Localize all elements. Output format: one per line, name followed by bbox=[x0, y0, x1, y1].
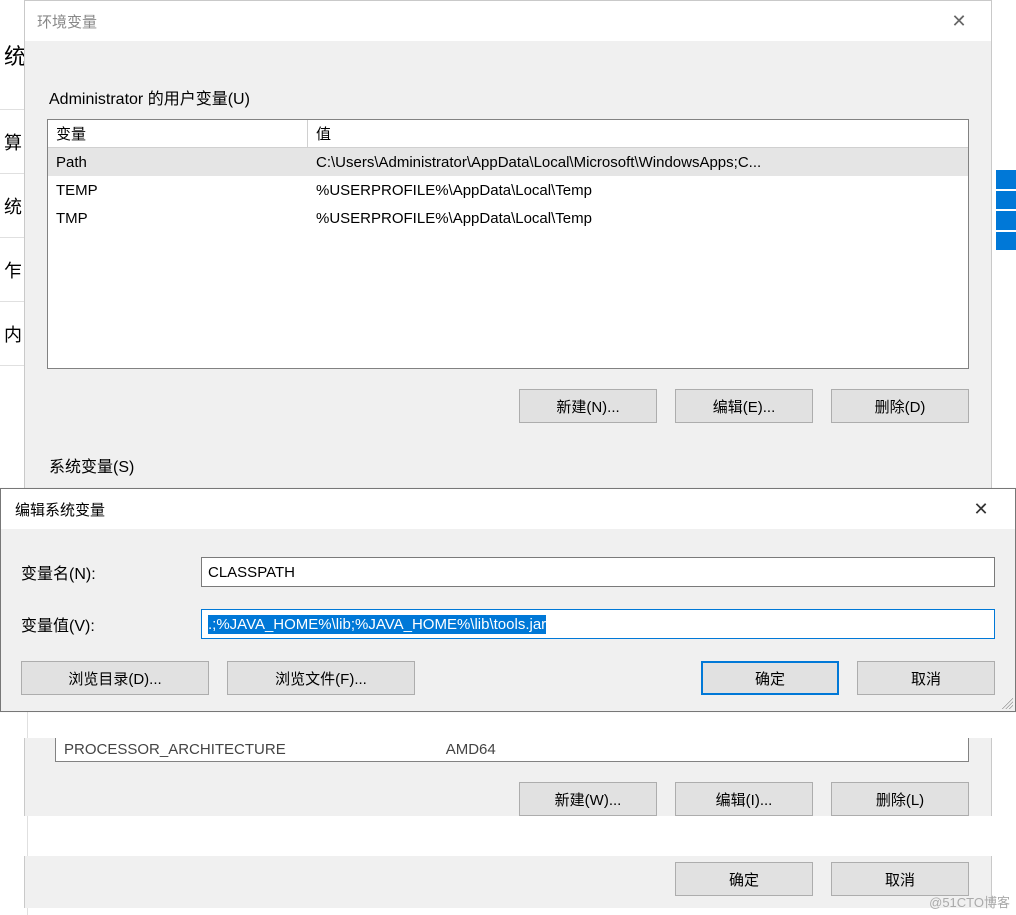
edit-titlebar[interactable]: 编辑系统变量 ✕ bbox=[1, 489, 1015, 529]
env-titlebar[interactable]: 环境变量 ✕ bbox=[25, 1, 991, 41]
row-name: TEMP bbox=[48, 182, 308, 199]
table-row[interactable]: TMP %USERPROFILE%\AppData\Local\Temp bbox=[48, 204, 968, 232]
variable-value-input[interactable]: .;%JAVA_HOME%\lib;%JAVA_HOME%\lib\tools.… bbox=[201, 609, 995, 639]
list-header: 变量 值 bbox=[48, 120, 968, 148]
env-footer: 确定 取消 bbox=[24, 856, 992, 908]
row-name: Path bbox=[48, 154, 308, 171]
bg-cell: 算 bbox=[0, 110, 27, 174]
edit-user-var-button[interactable]: 编辑(E)... bbox=[675, 389, 813, 423]
edit-title: 编辑系统变量 bbox=[15, 499, 105, 520]
header-value[interactable]: 值 bbox=[308, 123, 968, 144]
user-variables-label: Administrator 的用户变量(U) bbox=[49, 85, 969, 109]
sys-buttons-row: 新建(W)... 编辑(I)... 删除(L) bbox=[55, 782, 969, 816]
env-cancel-button[interactable]: 取消 bbox=[831, 862, 969, 896]
sys-row-value: AMD64 bbox=[446, 741, 496, 758]
bg-cell: 内 bbox=[0, 302, 27, 366]
environment-variables-dialog: 环境变量 ✕ Administrator 的用户变量(U) 变量 值 Path … bbox=[24, 0, 992, 506]
browse-file-button[interactable]: 浏览文件(F)... bbox=[227, 661, 415, 695]
variable-value-text: .;%JAVA_HOME%\lib;%JAVA_HOME%\lib\tools.… bbox=[208, 615, 546, 634]
new-user-var-button[interactable]: 新建(N)... bbox=[519, 389, 657, 423]
table-row[interactable]: TEMP %USERPROFILE%\AppData\Local\Temp bbox=[48, 176, 968, 204]
resize-grip-icon[interactable] bbox=[999, 695, 1013, 709]
user-variables-list[interactable]: 变量 值 Path C:\Users\Administrator\AppData… bbox=[47, 119, 969, 369]
bg-cell: 乍 bbox=[0, 238, 27, 302]
close-icon[interactable]: ✕ bbox=[939, 11, 979, 32]
user-buttons-row: 新建(N)... 编辑(E)... 删除(D) bbox=[47, 389, 969, 423]
edit-ok-button[interactable]: 确定 bbox=[701, 661, 839, 695]
variable-value-label: 变量值(V): bbox=[21, 612, 201, 636]
new-sys-var-button[interactable]: 新建(W)... bbox=[519, 782, 657, 816]
row-value: %USERPROFILE%\AppData\Local\Temp bbox=[308, 210, 968, 227]
env-title: 环境变量 bbox=[37, 11, 97, 32]
windows-logo-icon bbox=[996, 170, 1016, 250]
delete-sys-var-button[interactable]: 删除(L) bbox=[831, 782, 969, 816]
sys-row-cut[interactable]: PROCESSOR_ARCHITECTURE AMD64 bbox=[55, 738, 969, 762]
variable-name-input[interactable] bbox=[201, 557, 995, 587]
browse-directory-button[interactable]: 浏览目录(D)... bbox=[21, 661, 209, 695]
edit-system-variable-dialog: 编辑系统变量 ✕ 变量名(N): 变量值(V): .;%JAVA_HOME%\l… bbox=[0, 488, 1016, 712]
close-icon[interactable]: ✕ bbox=[961, 499, 1001, 520]
table-row[interactable]: Path C:\Users\Administrator\AppData\Loca… bbox=[48, 148, 968, 176]
delete-user-var-button[interactable]: 删除(D) bbox=[831, 389, 969, 423]
header-variable[interactable]: 变量 bbox=[48, 120, 308, 147]
row-value: C:\Users\Administrator\AppData\Local\Mic… bbox=[308, 154, 968, 171]
row-value: %USERPROFILE%\AppData\Local\Temp bbox=[308, 182, 968, 199]
sys-row-name: PROCESSOR_ARCHITECTURE bbox=[64, 741, 286, 758]
bg-cell: 统 bbox=[0, 0, 27, 110]
row-name: TMP bbox=[48, 210, 308, 227]
edit-buttons-row: 浏览目录(D)... 浏览文件(F)... 确定 取消 bbox=[21, 661, 995, 695]
env-lower-section: PROCESSOR_ARCHITECTURE AMD64 新建(W)... 编辑… bbox=[24, 738, 992, 816]
variable-name-label: 变量名(N): bbox=[21, 560, 201, 584]
edit-cancel-button[interactable]: 取消 bbox=[857, 661, 995, 695]
system-variables-label: 系统变量(S) bbox=[49, 453, 969, 477]
edit-sys-var-button[interactable]: 编辑(I)... bbox=[675, 782, 813, 816]
watermark: @51CTO博客 bbox=[929, 892, 1010, 911]
env-ok-button[interactable]: 确定 bbox=[675, 862, 813, 896]
bg-cell: 统 bbox=[0, 174, 27, 238]
